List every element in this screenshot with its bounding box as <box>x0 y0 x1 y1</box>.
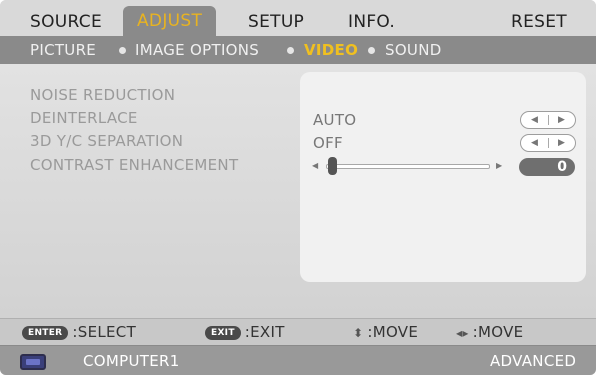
yc-separation-selector[interactable]: ◀ ▶ <box>520 134 576 152</box>
right-arrow-icon[interactable]: ▶ <box>496 159 502 173</box>
tab-setup[interactable]: SETUP <box>248 9 304 35</box>
exit-key-icon: EXIT <box>205 326 241 340</box>
noise-reduction-label[interactable]: NOISE REDUCTION <box>30 86 175 104</box>
help-select: ENTER:SELECT <box>22 319 136 345</box>
value-panel <box>300 72 586 282</box>
sub-menu-bar: PICTURE IMAGE OPTIONS VIDEO SOUND <box>0 36 596 64</box>
subtab-image-options[interactable]: IMAGE OPTIONS <box>135 36 259 64</box>
tab-info[interactable]: INFO. <box>348 9 395 35</box>
deinterlace-value: AUTO <box>313 111 357 129</box>
right-arrow-icon[interactable]: ▶ <box>548 112 575 128</box>
monitor-icon <box>20 354 46 370</box>
deinterlace-selector[interactable]: ◀ ▶ <box>520 111 576 129</box>
slider-thumb[interactable] <box>328 157 337 175</box>
contrast-enhancement-label[interactable]: CONTRAST ENHANCEMENT <box>30 156 238 174</box>
help-exit: EXIT:EXIT <box>205 319 285 345</box>
left-arrow-icon[interactable]: ◀ <box>521 135 548 151</box>
contrast-slider[interactable]: ◀ ▶ <box>312 157 512 175</box>
contrast-value: 0 <box>519 158 575 176</box>
subtab-video[interactable]: VIDEO <box>304 36 358 64</box>
left-arrow-icon[interactable]: ◀ <box>312 159 318 173</box>
separator-dot <box>368 47 375 54</box>
osd-menu: SOURCE ADJUST SETUP INFO. RESET PICTURE … <box>0 0 596 375</box>
enter-key-icon: ENTER <box>22 326 69 340</box>
left-right-arrow-icon: ◂▸ <box>456 326 469 340</box>
yc-separation-value: OFF <box>313 134 343 152</box>
subtab-picture[interactable]: PICTURE <box>30 36 96 64</box>
right-arrow-icon[interactable]: ▶ <box>548 135 575 151</box>
yc-separation-label[interactable]: 3D Y/C SEPARATION <box>30 132 183 150</box>
up-down-arrow-icon: ⬍ <box>353 326 364 340</box>
input-source: COMPUTER1 <box>83 352 180 370</box>
help-bar: ENTER:SELECT EXIT:EXIT ⬍:MOVE ◂▸:MOVE <box>0 318 596 345</box>
tab-adjust[interactable]: ADJUST <box>123 6 217 36</box>
menu-mode: ADVANCED <box>490 352 577 370</box>
help-move-horizontal: ◂▸:MOVE <box>456 319 523 345</box>
subtab-sound[interactable]: SOUND <box>385 36 442 64</box>
status-bar: COMPUTER1 ADVANCED <box>0 345 596 375</box>
settings-area: NOISE REDUCTION DEINTERLACE AUTO ◀ ▶ 3D … <box>0 64 596 318</box>
separator-dot <box>119 47 126 54</box>
tab-source[interactable]: SOURCE <box>30 9 102 35</box>
tab-reset[interactable]: RESET <box>511 9 567 35</box>
separator-dot <box>287 47 294 54</box>
help-move-vertical: ⬍:MOVE <box>353 319 418 345</box>
deinterlace-label[interactable]: DEINTERLACE <box>30 109 138 127</box>
top-menu-bar: SOURCE ADJUST SETUP INFO. RESET <box>0 0 596 37</box>
left-arrow-icon[interactable]: ◀ <box>521 112 548 128</box>
slider-track[interactable] <box>326 164 490 169</box>
